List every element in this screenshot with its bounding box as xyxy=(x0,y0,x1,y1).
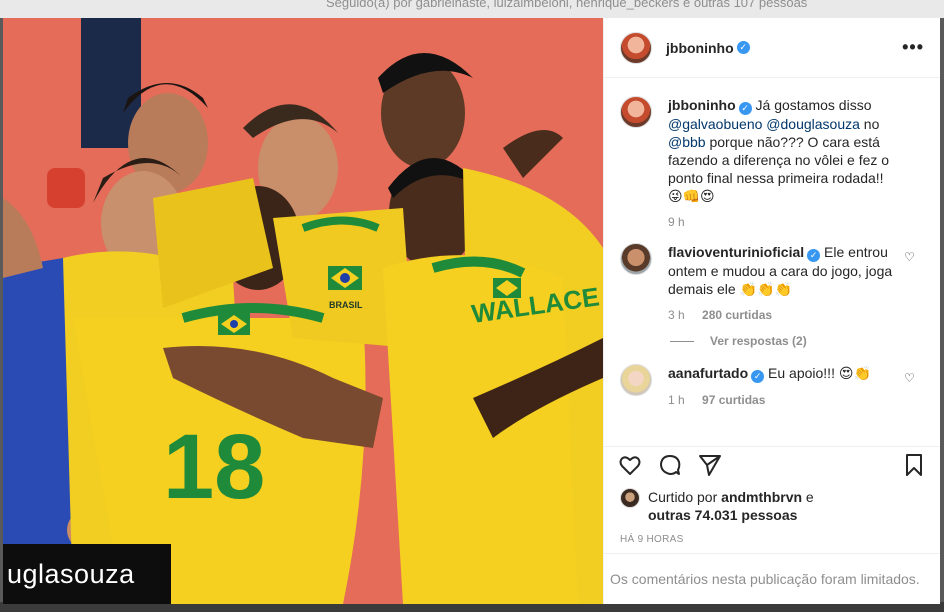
post-photo[interactable]: BRASIL 18 WALLACE uglasouza xyxy=(3,18,603,604)
followed-by-text: Seguido(a) por gabrielnaste, luizalmbelo… xyxy=(326,0,808,10)
comment-time[interactable]: 3 h xyxy=(668,308,685,322)
comment-like-heart-icon[interactable]: ♡ xyxy=(904,372,916,384)
post-timestamp[interactable]: HÁ 9 HORAS xyxy=(604,524,940,553)
replies-divider xyxy=(670,340,694,342)
comment-meta: 3 h 280 curtidas xyxy=(668,308,902,322)
comment-emojis: 👏👏👏 xyxy=(739,281,792,297)
header-avatar[interactable] xyxy=(620,31,652,64)
verified-badge-icon: ✓ xyxy=(738,102,752,115)
verified-badge-icon: ✓ xyxy=(751,370,765,383)
bookmark-icon[interactable] xyxy=(900,451,928,479)
liked-by-text: Curtido por andmthbrvn e outras 74.031 p… xyxy=(648,488,814,524)
caption-avatar[interactable] xyxy=(620,96,652,128)
comment-body: Eu apoio!!! xyxy=(764,365,839,381)
view-replies-button[interactable]: Ver respostas (2) xyxy=(670,334,924,348)
caption-text-part: no xyxy=(859,116,880,132)
post-modal: BRASIL 18 WALLACE uglasouza jbboninho ✓ … xyxy=(3,18,940,604)
background-followers-strip: Seguido(a) por gabrielnaste, luizalmbelo… xyxy=(0,0,944,18)
liked-by-section: Curtido por andmthbrvn e outras 74.031 p… xyxy=(604,482,940,524)
caption-meta: 9 h xyxy=(668,215,902,229)
comment-text: aanafurtado ✓ Eu apoio!!! 😍👏 xyxy=(668,364,902,383)
comment-item: aanafurtado ✓ Eu apoio!!! 😍👏 1 h 97 curti… xyxy=(620,364,924,407)
comment-likes[interactable]: 280 curtidas xyxy=(702,308,772,322)
liked-by-others-link[interactable]: outras 74.031 pessoas xyxy=(648,507,797,523)
caption-text-part: Já gostamos disso xyxy=(751,97,872,113)
comments-section[interactable]: jbboninho ✓ Já gostamos disso @galvaobuen… xyxy=(604,78,940,446)
photo-overlay-tag: uglasouza xyxy=(3,544,171,604)
jersey-country-text: BRASIL xyxy=(329,300,363,310)
comment-like-heart-icon[interactable]: ♡ xyxy=(904,251,916,263)
jersey-number-text: 18 xyxy=(163,416,265,518)
liked-by-avatar[interactable] xyxy=(620,488,640,508)
comment-meta: 1 h 97 curtidas xyxy=(668,393,902,407)
post-header: jbboninho ✓ ••• xyxy=(604,18,940,78)
comment-item: flavioventurinioficial ✓ Ele entrou ontem… xyxy=(620,243,924,322)
post-side-panel: jbboninho ✓ ••• jbboninho ✓ Já gostamos d… xyxy=(603,18,940,604)
verified-badge-icon: ✓ xyxy=(736,41,750,54)
comment-avatar[interactable] xyxy=(620,364,652,396)
caption-username[interactable]: jbboninho xyxy=(668,97,736,113)
comment-time[interactable]: 1 h xyxy=(668,393,685,407)
more-options-button[interactable]: ••• xyxy=(902,37,924,58)
caption-text: jbboninho ✓ Já gostamos disso @galvaobuen… xyxy=(668,96,902,205)
comment-likes[interactable]: 97 curtidas xyxy=(702,393,765,407)
comment-avatar[interactable] xyxy=(620,243,652,275)
mention-galvaobueno[interactable]: @galvaobueno xyxy=(668,116,762,132)
mention-bbb[interactable]: @bbb xyxy=(668,134,706,150)
liked-by-user[interactable]: andmthbrvn xyxy=(721,489,802,505)
like-heart-icon[interactable] xyxy=(616,451,644,479)
caption-time[interactable]: 9 h xyxy=(668,215,685,229)
share-paper-plane-icon[interactable] xyxy=(696,451,724,479)
comment-text: flavioventurinioficial ✓ Ele entrou ontem… xyxy=(668,243,902,298)
mention-douglasouza[interactable]: @douglasouza xyxy=(766,116,860,132)
volleyball-team-illustration: BRASIL 18 WALLACE xyxy=(3,18,603,604)
comment-emojis: 😍👏 xyxy=(838,365,871,381)
post-actions-bar xyxy=(604,446,940,482)
verified-badge-icon: ✓ xyxy=(807,249,821,262)
comment-username[interactable]: flavioventurinioficial xyxy=(668,244,804,260)
view-replies-label: Ver respostas (2) xyxy=(710,334,807,348)
comments-limited-notice: Os comentários nesta publicação foram li… xyxy=(604,553,940,604)
liked-by-prefix: Curtido por xyxy=(648,489,722,505)
comment-bubble-icon[interactable] xyxy=(656,451,684,479)
caption: jbboninho ✓ Já gostamos disso @galvaobuen… xyxy=(620,96,924,229)
caption-emojis: 😜👊😍 xyxy=(668,188,715,204)
liked-by-middle: e xyxy=(802,489,814,505)
header-username[interactable]: jbboninho xyxy=(666,40,734,56)
comment-username[interactable]: aanafurtado xyxy=(668,365,748,381)
